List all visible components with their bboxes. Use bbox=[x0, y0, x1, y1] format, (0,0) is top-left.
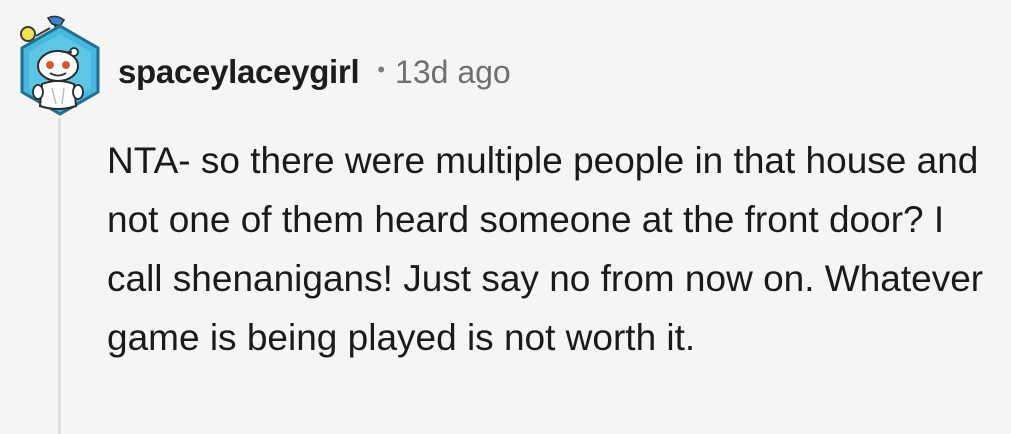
meta-separator: • bbox=[377, 57, 386, 82]
username-link[interactable]: spaceylaceygirl bbox=[118, 53, 360, 91]
thread-line[interactable] bbox=[58, 118, 61, 434]
comment-body: NTA- so there were multiple people in th… bbox=[107, 140, 984, 358]
avatar[interactable] bbox=[12, 14, 108, 116]
comment-header: spaceylaceygirl • 13d ago bbox=[118, 48, 511, 96]
timestamp[interactable]: 13d ago bbox=[395, 54, 511, 91]
comment-card: spaceylaceygirl • 13d ago NTA- so there … bbox=[0, 0, 1011, 434]
snoo-avatar-icon bbox=[20, 15, 100, 116]
